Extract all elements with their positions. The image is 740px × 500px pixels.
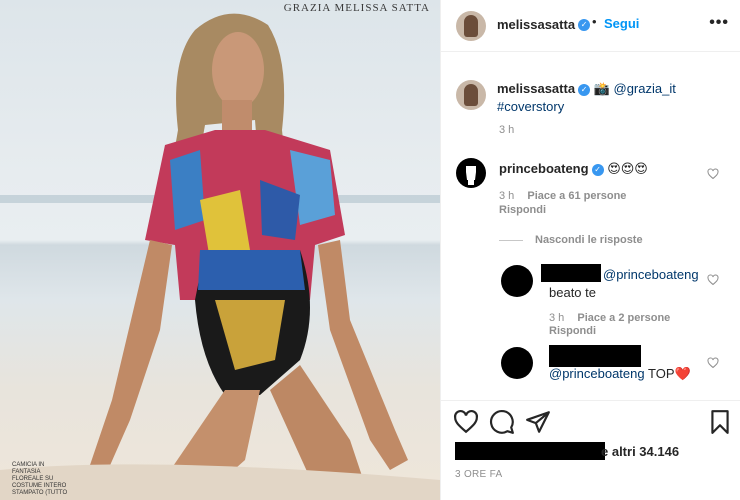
mention-link[interactable]: @princeboateng [549, 366, 645, 381]
more-options-icon[interactable]: ••• [709, 14, 729, 32]
mention-link[interactable]: @grazia_it [614, 81, 676, 96]
hashtag-link[interactable]: #coverstory [497, 99, 564, 114]
post-action-bar: e altri 34.146 3 ORE FA [441, 400, 740, 500]
post-timestamp[interactable]: 3 ORE FA [455, 469, 502, 480]
camera-emoji: 📸 [593, 81, 610, 96]
caption-avatar[interactable] [456, 80, 486, 110]
redacted-username [549, 345, 641, 367]
comment-icon[interactable] [489, 409, 515, 435]
verified-badge-icon: ✓ [591, 163, 604, 176]
follow-button[interactable]: Segui [604, 16, 639, 31]
heart-icon[interactable] [453, 409, 479, 435]
reply-avatar[interactable] [501, 265, 533, 297]
header-separator: • [592, 14, 597, 29]
share-icon[interactable] [525, 409, 551, 435]
verified-badge-icon: ✓ [578, 83, 591, 96]
author-username[interactable]: melissasatta [497, 17, 575, 32]
redacted-liker [455, 442, 605, 460]
post-side-panel: melissasatta ✓ • Segui ••• melissasatta ✓ … [440, 0, 740, 500]
bookmark-icon[interactable] [707, 409, 733, 435]
likes-count[interactable]: e altri 34.146 [601, 443, 679, 461]
post-photo[interactable]: GRAZIA MELISSA SATTA CAMICIA IN FANTASIA… [0, 0, 440, 500]
comment-text: 😍😍😍 [607, 161, 648, 176]
reply-button[interactable]: Rispondi [499, 204, 546, 216]
mention-link[interactable]: @princeboateng [603, 267, 699, 282]
reply-likes[interactable]: Piace a 2 persone [577, 312, 670, 324]
redacted-username [541, 264, 601, 282]
photo-caption: CAMICIA IN FANTASIA FLOREALE SU COSTUME … [12, 462, 68, 496]
reply-text: TOP❤️ [648, 366, 691, 381]
hide-replies-button[interactable]: Nascondi le risposte [535, 234, 643, 246]
magazine-title: GRAZIA MELISSA SATTA [283, 2, 430, 14]
heart-icon[interactable] [707, 168, 719, 180]
heart-icon[interactable] [707, 274, 719, 286]
heart-icon[interactable] [707, 357, 719, 369]
author-avatar[interactable] [456, 11, 486, 41]
reply-text: beato te [549, 285, 596, 300]
post-header: melissasatta ✓ • Segui ••• [441, 0, 740, 52]
commenter-avatar[interactable] [456, 158, 486, 188]
caption-username[interactable]: melissasatta [497, 81, 575, 96]
comment-likes[interactable]: Piace a 61 persone [527, 190, 626, 202]
fist-icon [466, 166, 476, 185]
verified-badge-icon: ✓ [578, 18, 591, 31]
caption-time[interactable]: 3 h [499, 124, 514, 136]
commenter-username[interactable]: princeboateng [499, 161, 589, 176]
comment-time[interactable]: 3 h [499, 190, 514, 202]
cover-illustration [0, 13, 440, 500]
divider-line [499, 240, 523, 241]
reply-avatar[interactable] [501, 347, 533, 379]
reply-time[interactable]: 3 h [549, 312, 564, 324]
reply-button[interactable]: Rispondi [549, 325, 596, 337]
